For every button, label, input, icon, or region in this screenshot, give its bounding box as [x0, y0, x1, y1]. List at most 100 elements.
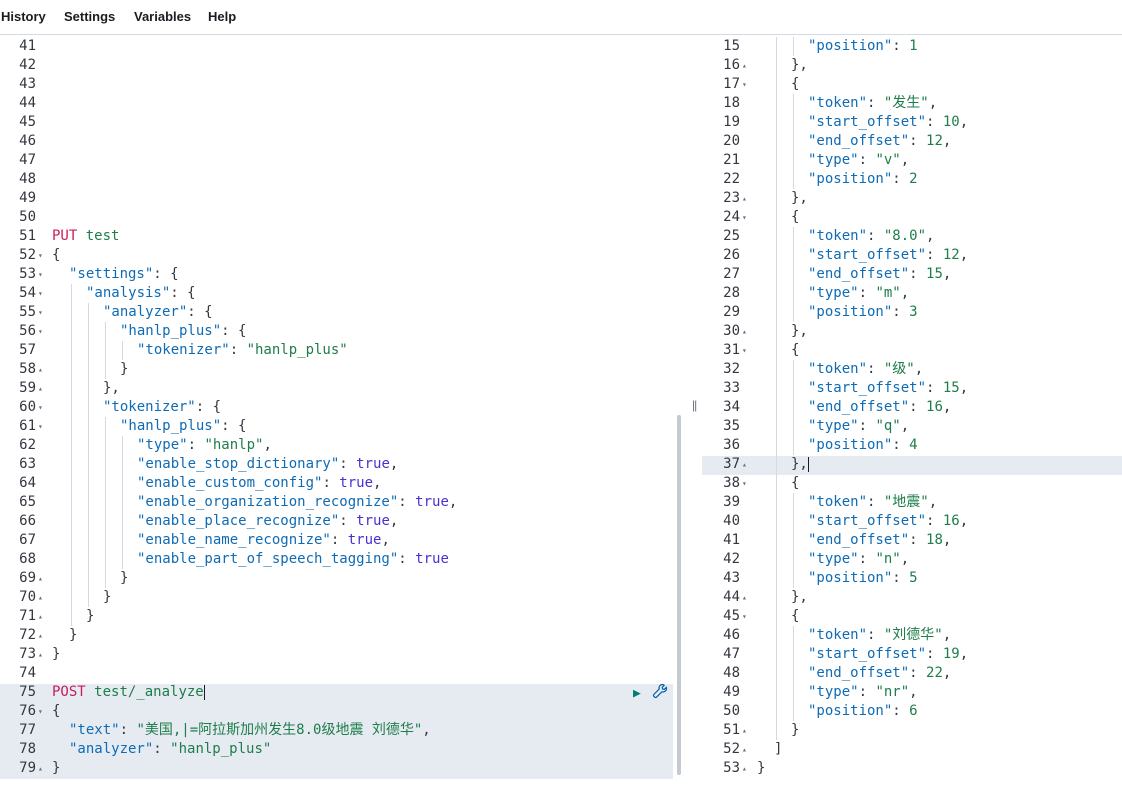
response-viewer[interactable]: 15 "position": 1 16 ▴}, 17 ▾{18 "token": "发生",…	[702, 35, 1122, 786]
fold-up-icon[interactable]: ▴	[742, 455, 747, 474]
fold-down-icon[interactable]: ▾	[38, 303, 43, 322]
indent-guide	[71, 341, 72, 360]
code-token: :	[909, 399, 927, 415]
fold-up-icon[interactable]: ▴	[742, 721, 747, 740]
line-number: 73	[19, 646, 36, 662]
wrench-icon[interactable]	[652, 683, 668, 703]
fold-up-icon[interactable]: ▴	[38, 607, 43, 626]
code-token: ,	[381, 532, 390, 548]
fold-down-icon[interactable]: ▾	[38, 284, 43, 303]
code-line: 74	[0, 664, 685, 683]
indent-guide	[793, 94, 794, 113]
code-text: "position": 6	[808, 702, 918, 721]
menu-variables[interactable]: Variables	[134, 9, 191, 24]
fold-up-icon[interactable]: ▴	[742, 759, 747, 778]
menu-settings[interactable]: Settings	[64, 9, 115, 24]
indent-guide	[88, 512, 89, 531]
code-token: {	[791, 475, 800, 491]
fold-down-icon[interactable]: ▾	[38, 322, 43, 341]
fold-down-icon[interactable]: ▾	[742, 208, 747, 227]
play-icon[interactable]: ▶	[633, 686, 641, 701]
fold-up-icon[interactable]: ▴	[742, 740, 747, 759]
code-token: {	[791, 209, 800, 225]
code-token: }	[120, 570, 129, 586]
fold-up-icon[interactable]: ▴	[38, 645, 43, 664]
code-line: 45 ▾ {	[702, 607, 1122, 626]
code-line: 69 ▴}	[0, 569, 685, 588]
fold-down-icon[interactable]: ▾	[742, 474, 747, 493]
code-token: "hanlp_plus"	[120, 418, 222, 434]
code-token: "enable_name_recognize"	[137, 532, 331, 548]
code-token: :	[322, 475, 340, 491]
code-token: ,	[959, 513, 969, 529]
fold-down-icon[interactable]: ▾	[38, 417, 43, 436]
code-token: : {	[170, 285, 196, 301]
indent-guide	[122, 436, 123, 455]
code-token: {	[52, 247, 61, 263]
menu-history[interactable]: History	[1, 9, 46, 24]
code-token: "nr"	[875, 684, 910, 700]
fold-down-icon[interactable]: ▾	[38, 398, 43, 417]
fold-up-icon[interactable]: ▴	[38, 569, 43, 588]
code-token: {	[791, 342, 800, 358]
code-token: :	[398, 494, 416, 510]
fold-up-icon[interactable]: ▴	[38, 759, 43, 778]
request-editor-scrollbar[interactable]	[677, 415, 681, 775]
indent-guide	[105, 493, 106, 512]
fold-down-icon[interactable]: ▾	[742, 607, 747, 626]
indent-guide	[71, 531, 72, 550]
code-token: 15	[926, 266, 943, 282]
code-line: 26 "start_offset": 12,	[702, 246, 1122, 265]
code-line: 59 ▴},	[0, 379, 685, 398]
indent-guide	[71, 417, 72, 436]
code-token: true	[339, 475, 374, 491]
fold-down-icon[interactable]: ▾	[742, 341, 747, 360]
code-token: :	[892, 437, 910, 453]
fold-down-icon[interactable]: ▾	[38, 246, 43, 265]
fold-up-icon[interactable]: ▴	[38, 360, 43, 379]
code-token: :	[187, 437, 205, 453]
fold-up-icon[interactable]: ▴	[38, 588, 43, 607]
fold-up-icon[interactable]: ▴	[742, 56, 747, 75]
code-token: },	[791, 589, 808, 605]
indent-guide	[776, 569, 777, 588]
code-line: 48	[0, 170, 685, 189]
fold-up-icon[interactable]: ▴	[742, 322, 747, 341]
fold-up-icon[interactable]: ▴	[742, 588, 747, 607]
fold-down-icon[interactable]: ▾	[742, 75, 747, 94]
request-editor[interactable]: 41 42 43 44 45 46 47 48 49 50 51 PUT test 52 ▾{53 ▾ "se…	[0, 35, 685, 783]
fold-up-icon[interactable]: ▴	[38, 379, 43, 398]
fold-up-icon[interactable]: ▴	[742, 189, 747, 208]
fold-up-icon[interactable]: ▴	[38, 626, 43, 645]
code-token: "end_offset"	[808, 266, 910, 282]
code-token: ,	[373, 475, 382, 491]
line-number: 42	[723, 551, 740, 567]
line-number: 16	[723, 57, 740, 73]
code-token: }	[120, 361, 129, 377]
menu-help[interactable]: Help	[208, 9, 236, 24]
indent-guide	[105, 550, 106, 569]
code-token: "type"	[808, 152, 859, 168]
code-text: "position": 5	[808, 569, 918, 588]
code-text: },	[791, 588, 808, 607]
code-line: 75 POST test/_analyze	[0, 683, 685, 702]
indent-guide	[122, 341, 123, 360]
code-token: ,	[942, 133, 952, 149]
indent-guide	[105, 512, 106, 531]
indent-guide	[793, 569, 794, 588]
code-token: "start_offset"	[808, 380, 927, 396]
line-number: 26	[723, 247, 740, 263]
line-number: 68	[19, 551, 36, 567]
fold-down-icon[interactable]: ▾	[38, 265, 43, 284]
code-line: 18 "token": "发生",	[702, 94, 1122, 113]
line-number: 21	[723, 152, 740, 168]
indent-guide	[71, 455, 72, 474]
fold-down-icon[interactable]: ▾	[38, 702, 43, 721]
code-text: "type": "nr",	[808, 683, 918, 702]
indent-guide	[105, 322, 106, 341]
divider-grip-icon[interactable]: ||	[692, 398, 697, 412]
code-token: {	[791, 76, 800, 92]
indent-guide	[88, 493, 89, 512]
code-line: 44 ▴},	[702, 588, 1122, 607]
